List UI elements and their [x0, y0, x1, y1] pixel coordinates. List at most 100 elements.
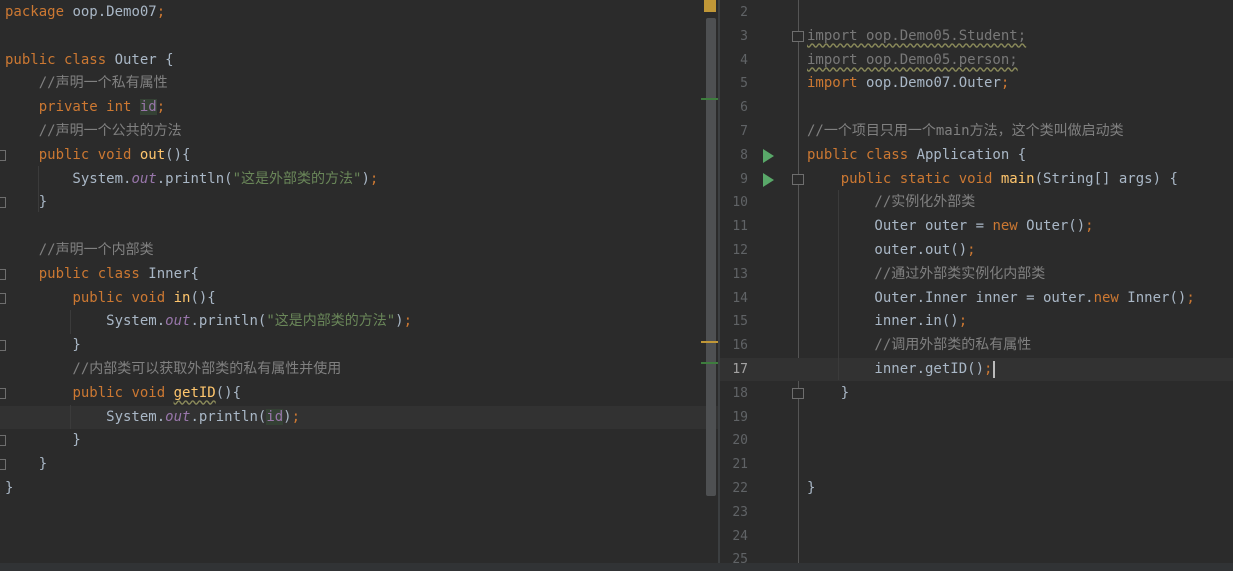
- fold-marker-icon[interactable]: [0, 197, 6, 209]
- fold-marker-icon[interactable]: [0, 268, 6, 280]
- code-line[interactable]: 10 //实例化外部类: [720, 191, 1233, 214]
- code-line-text: //声明一个内部类: [5, 239, 154, 262]
- code-line[interactable]: 8 public class Application {: [720, 144, 1233, 167]
- warning-stripe-marker[interactable]: [701, 341, 718, 343]
- code-line[interactable]: 3 import oop.Demo05.Student;: [720, 25, 1233, 48]
- code-token: out: [165, 408, 191, 425]
- code-line[interactable]: }: [0, 429, 718, 452]
- run-triangle-icon[interactable]: [763, 172, 774, 187]
- code-line[interactable]: private int id;: [0, 96, 718, 119]
- code-line[interactable]: System.out.println("这是内部类的方法");: [0, 310, 718, 333]
- code-line[interactable]: 24: [720, 525, 1233, 548]
- line-number: 18: [732, 385, 748, 401]
- change-marker[interactable]: [701, 362, 718, 364]
- code-line[interactable]: //内部类可以获取外部类的私有属性并使用: [0, 358, 718, 381]
- code-token: //通过外部类实例化内部类: [807, 265, 1046, 282]
- fold-marker-icon[interactable]: [0, 292, 6, 304]
- code-line[interactable]: public void getID(){: [0, 382, 718, 405]
- code-line[interactable]: 18 }: [720, 382, 1233, 405]
- code-line-text: }: [5, 453, 47, 476]
- code-token: ;: [291, 408, 301, 425]
- code-line[interactable]: public void out(){: [0, 144, 718, 167]
- code-line[interactable]: 15 inner.in();: [720, 310, 1233, 333]
- fold-marker-icon[interactable]: [0, 435, 6, 447]
- code-line[interactable]: }: [0, 477, 718, 500]
- code-line[interactable]: 6: [720, 96, 1233, 119]
- code-line-text: public void out(){: [5, 144, 191, 167]
- line-number: 17: [732, 362, 748, 377]
- code-line-text: //实例化外部类: [807, 191, 975, 214]
- code-line[interactable]: public class Outer {: [0, 49, 718, 72]
- code-line-text: import oop.Demo07.Outer;: [807, 72, 1009, 95]
- code-line[interactable]: 9 public static void main(String[] args)…: [720, 168, 1233, 191]
- code-token: Inner{: [148, 265, 199, 282]
- code-token: ;: [369, 170, 379, 187]
- code-line[interactable]: //声明一个公共的方法: [0, 120, 718, 143]
- code-line[interactable]: 13 //通过外部类实例化内部类: [720, 263, 1233, 286]
- code-token: .println(: [156, 170, 233, 187]
- code-line[interactable]: package oop.Demo07;: [0, 1, 718, 24]
- run-triangle-icon[interactable]: [763, 148, 774, 163]
- fold-marker-icon[interactable]: [0, 149, 6, 161]
- code-line[interactable]: public void in(){: [0, 287, 718, 310]
- code-line[interactable]: 19: [720, 406, 1233, 429]
- code-line-text: public void getID(){: [5, 382, 241, 405]
- editor-pane-application-java[interactable]: 2 3 import oop.Demo05.Student; 4 import oop.…: [720, 0, 1233, 571]
- vertical-scrollbar[interactable]: [706, 18, 716, 496]
- code-line[interactable]: 22}: [720, 477, 1233, 500]
- code-token: }: [5, 194, 48, 211]
- fold-marker-icon[interactable]: [0, 459, 6, 471]
- indent-guide: [70, 405, 71, 429]
- code-token: Outer outer =: [807, 218, 993, 235]
- code-token: getID: [173, 384, 216, 401]
- horizontal-scroll-area[interactable]: [0, 563, 1233, 571]
- code-line[interactable]: 20: [720, 429, 1233, 452]
- code-line[interactable]: }: [0, 334, 718, 357]
- code-line[interactable]: 7 //一个项目只用一个main方法，这个类叫做启动类: [720, 120, 1233, 143]
- code-line[interactable]: 17 inner.getID();: [720, 358, 1233, 381]
- fold-marker-icon[interactable]: [792, 387, 804, 399]
- code-token: public class: [38, 265, 149, 282]
- fold-marker-icon[interactable]: [0, 340, 6, 352]
- code-line[interactable]: 23: [720, 501, 1233, 524]
- code-token: Application {: [916, 146, 1027, 163]
- line-number: 20: [732, 433, 748, 449]
- code-line[interactable]: }: [0, 453, 718, 476]
- code-line[interactable]: //声明一个私有属性: [0, 72, 718, 95]
- code-line[interactable]: 16 //调用外部类的私有属性: [720, 334, 1233, 357]
- code-line[interactable]: 4 import oop.Demo05.person;: [720, 49, 1233, 72]
- code-line-text: //调用外部类的私有属性: [807, 334, 1031, 357]
- code-line[interactable]: //声明一个内部类: [0, 239, 718, 262]
- code-token: ;: [967, 242, 976, 258]
- code-token: id: [266, 408, 284, 425]
- code-line[interactable]: 5 import oop.Demo07.Outer;: [720, 72, 1233, 95]
- fold-marker-icon[interactable]: [792, 30, 804, 42]
- code-line[interactable]: System.out.println("这是外部类的方法");: [0, 168, 718, 191]
- line-number: 5: [740, 76, 748, 92]
- code-token: main: [1000, 170, 1035, 187]
- warning-marker-icon[interactable]: [704, 0, 716, 12]
- code-token: out: [139, 146, 166, 163]
- code-line[interactable]: 14 Outer.Inner inner = outer.new Inner()…: [720, 287, 1233, 310]
- code-token: outer.out(): [807, 242, 968, 258]
- code-line[interactable]: }: [0, 191, 718, 214]
- code-token: oop.Demo07: [72, 4, 157, 20]
- code-token: //内部类可以获取外部类的私有属性并使用: [5, 361, 342, 377]
- code-token: (){: [190, 289, 216, 306]
- code-line[interactable]: public class Inner{: [0, 263, 718, 286]
- code-line[interactable]: 21: [720, 453, 1233, 476]
- code-token: public static void: [840, 170, 1001, 187]
- code-line-text: //一个项目只用一个main方法，这个类叫做启动类: [807, 120, 1124, 143]
- code-line[interactable]: 11 Outer outer = new Outer();: [720, 215, 1233, 238]
- fold-marker-icon[interactable]: [792, 173, 804, 185]
- code-line[interactable]: 12 outer.out();: [720, 239, 1233, 262]
- code-line[interactable]: 2: [720, 1, 1233, 24]
- code-line[interactable]: [0, 215, 718, 238]
- fold-marker-icon[interactable]: [0, 387, 6, 399]
- change-marker[interactable]: [701, 98, 718, 100]
- code-token: public class: [807, 146, 917, 163]
- editor-pane-outer-java[interactable]: package oop.Demo07; public class Outer { …: [0, 0, 718, 571]
- code-line[interactable]: System.out.println(id);: [0, 405, 718, 429]
- code-line[interactable]: [0, 25, 718, 48]
- code-line-text: }: [5, 334, 80, 357]
